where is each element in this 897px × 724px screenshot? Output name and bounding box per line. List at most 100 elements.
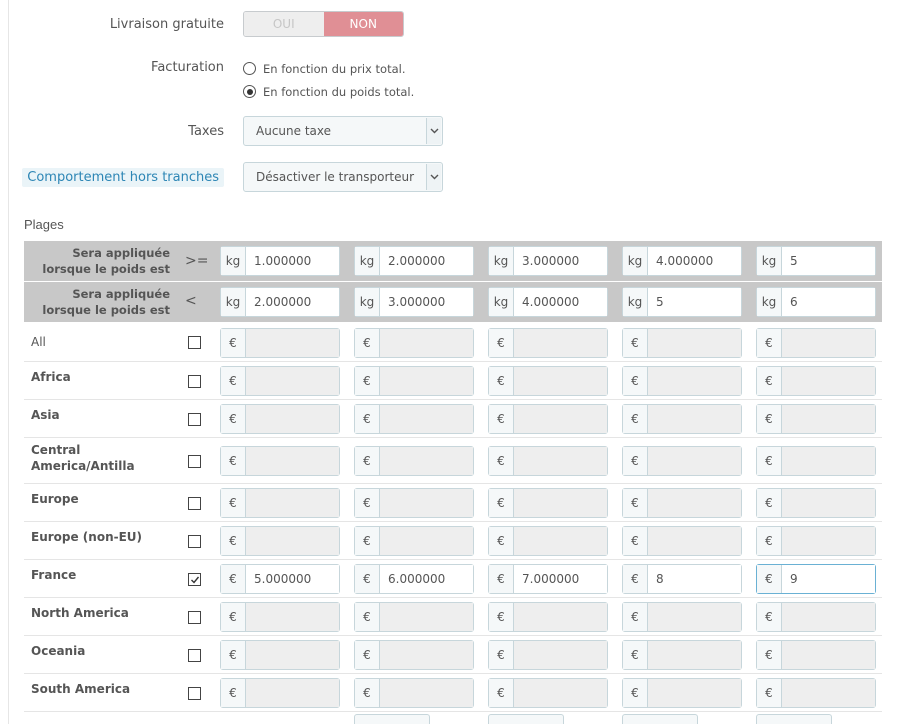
input-value[interactable] xyxy=(648,527,741,555)
input-value[interactable]: 6.000000 xyxy=(380,565,473,593)
input-value[interactable] xyxy=(782,489,875,517)
free-shipping-toggle[interactable]: OUI NON xyxy=(243,11,404,37)
input-value[interactable] xyxy=(782,329,875,357)
input-value[interactable] xyxy=(514,641,607,669)
input-value[interactable] xyxy=(514,679,607,707)
radio-button[interactable] xyxy=(243,62,256,75)
zone-checkbox[interactable] xyxy=(188,336,201,349)
input-value[interactable]: 7.000000 xyxy=(514,565,607,593)
zone-checkbox[interactable] xyxy=(188,611,201,624)
zone-checkbox[interactable] xyxy=(188,649,201,662)
range-from-input[interactable]: kg 3.000000 xyxy=(488,246,608,276)
zone-price-input[interactable]: € xyxy=(756,328,876,358)
zone-price-input[interactable]: € xyxy=(622,526,742,556)
billing-option-price[interactable]: En fonction du prix total. xyxy=(243,57,414,80)
free-shipping-yes-option[interactable]: OUI xyxy=(244,12,324,36)
range-from-input[interactable]: kg 4.000000 xyxy=(622,246,742,276)
input-value[interactable] xyxy=(782,527,875,555)
input-value[interactable] xyxy=(380,641,473,669)
zone-checkbox[interactable] xyxy=(188,375,201,388)
range-from-input[interactable]: kg 2.000000 xyxy=(354,246,474,276)
zone-price-input[interactable]: € xyxy=(488,328,608,358)
zone-price-input[interactable]: € xyxy=(354,526,474,556)
zone-price-input[interactable]: €7.000000 xyxy=(488,564,608,594)
input-value[interactable]: 1.000000 xyxy=(246,247,339,275)
zone-price-input[interactable]: € xyxy=(622,640,742,670)
input-value[interactable] xyxy=(782,447,875,475)
zone-checkbox-checked[interactable] xyxy=(188,573,201,586)
input-value[interactable]: 5.000000 xyxy=(246,565,339,593)
input-value[interactable] xyxy=(246,405,339,433)
zone-price-input[interactable]: €9 xyxy=(756,564,876,594)
range-from-input[interactable]: kg 5 xyxy=(756,246,876,276)
zone-price-input[interactable]: € xyxy=(622,366,742,396)
zone-price-input[interactable]: € xyxy=(756,488,876,518)
input-value[interactable] xyxy=(782,641,875,669)
input-value[interactable]: 3.000000 xyxy=(380,288,473,316)
zone-price-input[interactable]: € xyxy=(622,446,742,476)
input-value[interactable] xyxy=(514,527,607,555)
input-value[interactable] xyxy=(380,367,473,395)
input-value[interactable] xyxy=(782,603,875,631)
input-value[interactable] xyxy=(246,447,339,475)
range-to-input[interactable]: kg 6 xyxy=(756,287,876,317)
zone-price-input[interactable]: € xyxy=(220,640,340,670)
zone-price-input[interactable]: € xyxy=(354,488,474,518)
zone-checkbox[interactable] xyxy=(188,687,201,700)
input-value[interactable] xyxy=(514,405,607,433)
input-value[interactable] xyxy=(648,679,741,707)
input-value[interactable] xyxy=(246,329,339,357)
zone-price-input[interactable]: € xyxy=(756,678,876,708)
input-value[interactable]: 9 xyxy=(782,565,875,593)
input-value[interactable] xyxy=(648,367,741,395)
input-value[interactable]: 8 xyxy=(648,565,741,593)
zone-price-input[interactable]: € xyxy=(354,446,474,476)
zone-price-input[interactable]: € xyxy=(488,640,608,670)
zone-price-input[interactable]: €8 xyxy=(622,564,742,594)
zone-price-input[interactable]: € xyxy=(488,488,608,518)
range-delete-button[interactable] xyxy=(354,714,430,724)
radio-button-checked[interactable] xyxy=(243,85,256,98)
input-value[interactable] xyxy=(782,367,875,395)
range-delete-button[interactable] xyxy=(488,714,564,724)
zone-price-input[interactable]: € xyxy=(622,488,742,518)
free-shipping-no-option[interactable]: NON xyxy=(323,12,403,36)
zone-checkbox[interactable] xyxy=(188,497,201,510)
zone-checkbox[interactable] xyxy=(188,455,201,468)
zone-price-input[interactable]: € xyxy=(756,526,876,556)
input-value[interactable] xyxy=(380,603,473,631)
input-value[interactable] xyxy=(648,603,741,631)
input-value[interactable] xyxy=(380,405,473,433)
range-to-input[interactable]: kg 4.000000 xyxy=(488,287,608,317)
zone-price-input[interactable]: € xyxy=(220,602,340,632)
zone-price-input[interactable]: € xyxy=(622,328,742,358)
out-of-range-help-text[interactable]: Comportement hors tranches xyxy=(22,167,224,187)
out-of-range-select[interactable]: Désactiver le transporteur xyxy=(243,162,443,192)
input-value[interactable]: 2.000000 xyxy=(380,247,473,275)
zone-price-input[interactable]: € xyxy=(488,404,608,434)
zone-price-input[interactable]: € xyxy=(622,602,742,632)
zone-price-input[interactable]: € xyxy=(220,328,340,358)
zone-price-input[interactable]: € xyxy=(756,366,876,396)
zone-price-input[interactable]: € xyxy=(488,446,608,476)
input-value[interactable]: 4.000000 xyxy=(648,247,741,275)
input-value[interactable] xyxy=(380,329,473,357)
input-value[interactable]: 5 xyxy=(782,247,875,275)
zone-price-input[interactable]: € xyxy=(354,602,474,632)
input-value[interactable] xyxy=(380,527,473,555)
zone-price-input[interactable]: € xyxy=(756,404,876,434)
range-delete-button[interactable] xyxy=(756,714,832,724)
input-value[interactable] xyxy=(246,679,339,707)
zone-checkbox[interactable] xyxy=(188,413,201,426)
zone-price-input[interactable]: € xyxy=(756,602,876,632)
input-value[interactable] xyxy=(514,489,607,517)
input-value[interactable] xyxy=(648,489,741,517)
zone-price-input[interactable]: € xyxy=(756,446,876,476)
zone-price-input[interactable]: € xyxy=(488,678,608,708)
input-value[interactable] xyxy=(648,641,741,669)
zone-price-input[interactable]: € xyxy=(220,526,340,556)
chevron-down-icon[interactable] xyxy=(426,118,441,144)
input-value[interactable] xyxy=(380,489,473,517)
input-value[interactable] xyxy=(514,329,607,357)
zone-price-input[interactable]: € xyxy=(220,488,340,518)
